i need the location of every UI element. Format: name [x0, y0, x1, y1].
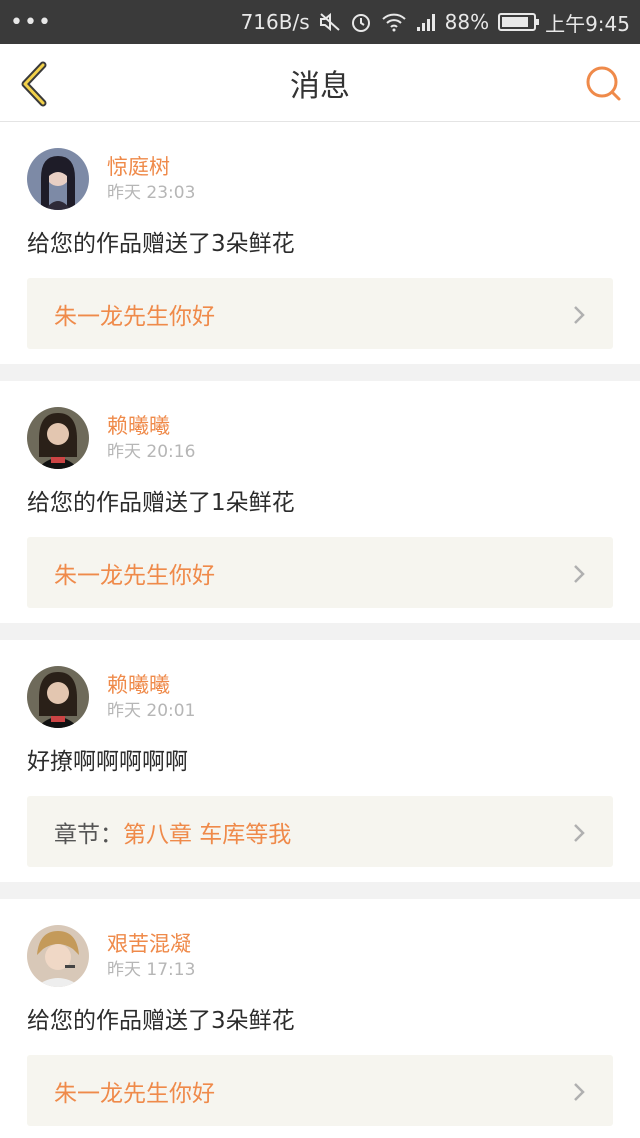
- sender-name[interactable]: 艰苦混凝: [107, 931, 195, 957]
- chevron-left-icon: [21, 61, 47, 107]
- work-link[interactable]: 朱一龙先生你好: [27, 537, 613, 608]
- message-text: 给您的作品赠送了1朵鲜花: [27, 490, 295, 516]
- mute-icon: [319, 12, 341, 32]
- search-icon: [586, 66, 621, 101]
- chevron-right-icon: [573, 305, 585, 329]
- network-speed: 716B/s: [240, 10, 310, 34]
- message-card: 惊庭树 昨天 23:03 给您的作品赠送了3朵鲜花 朱一龙先生你好: [0, 122, 640, 364]
- message-time: 昨天 23:03: [107, 183, 196, 203]
- ref-title: 朱一龙先生你好: [54, 1080, 215, 1107]
- avatar[interactable]: [27, 407, 89, 469]
- battery-percent: 88%: [444, 10, 490, 34]
- sender-name[interactable]: 惊庭树: [107, 154, 195, 180]
- back-button[interactable]: [16, 61, 52, 111]
- ref-title: 朱一龙先生你好: [54, 562, 215, 589]
- status-bar: ••• 716B/s 88% 上午9:45: [0, 0, 640, 44]
- avatar[interactable]: [27, 666, 89, 728]
- message-list: 惊庭树 昨天 23:03 给您的作品赠送了3朵鲜花 朱一龙先生你好 赖曦曦 昨天…: [0, 122, 640, 1138]
- message-card: 赖曦曦 昨天 20:01 好撩啊啊啊啊啊 章节： 第八章 车库等我: [0, 640, 640, 882]
- message-time: 昨天 20:01: [107, 701, 196, 721]
- sender-name[interactable]: 赖曦曦: [107, 413, 195, 439]
- search-button[interactable]: [584, 64, 624, 108]
- message-text: 给您的作品赠送了3朵鲜花: [27, 1008, 295, 1034]
- wifi-icon: [381, 12, 407, 32]
- chapter-link[interactable]: 章节： 第八章 车库等我: [27, 796, 613, 867]
- message-card: 赖曦曦 昨天 20:16 给您的作品赠送了1朵鲜花 朱一龙先生你好: [0, 381, 640, 623]
- status-right: 716B/s 88% 上午9:45: [241, 8, 630, 37]
- chevron-right-icon: [573, 564, 585, 588]
- signal-icon: [416, 12, 436, 32]
- ref-prefix: 章节：: [54, 821, 123, 848]
- page-title: 消息: [290, 68, 350, 104]
- avatar[interactable]: [27, 925, 89, 987]
- more-dots-icon: •••: [10, 9, 52, 35]
- ref-title: 朱一龙先生你好: [54, 303, 215, 330]
- ref-title: 第八章 车库等我: [123, 821, 292, 848]
- chevron-right-icon: [573, 823, 585, 847]
- work-link[interactable]: 朱一龙先生你好: [27, 278, 613, 349]
- sender-name[interactable]: 赖曦曦: [107, 672, 195, 698]
- message-time: 昨天 20:16: [107, 442, 196, 462]
- battery-icon: [498, 13, 540, 31]
- avatar[interactable]: [27, 148, 89, 210]
- alarm-icon: [350, 11, 372, 33]
- nav-bar: 消息: [0, 44, 640, 122]
- chevron-right-icon: [573, 1082, 585, 1106]
- message-card: 艰苦混凝 昨天 17:13 给您的作品赠送了3朵鲜花 朱一龙先生你好: [0, 899, 640, 1138]
- message-time: 昨天 17:13: [107, 960, 196, 980]
- clock: 上午9:45: [545, 11, 630, 36]
- message-text: 给您的作品赠送了3朵鲜花: [27, 231, 295, 257]
- work-link[interactable]: 朱一龙先生你好: [27, 1055, 613, 1126]
- message-text: 好撩啊啊啊啊啊: [27, 749, 188, 775]
